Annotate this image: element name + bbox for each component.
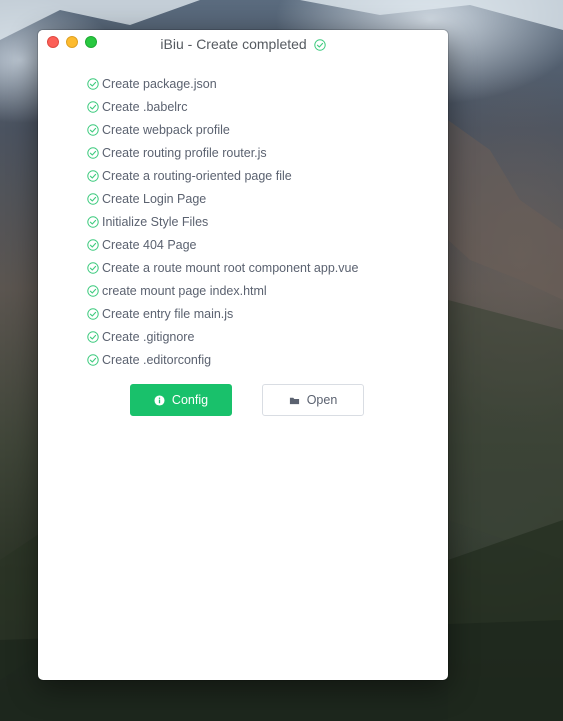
step-item: Create .babelrc <box>87 98 358 121</box>
check-circle-icon <box>87 354 99 366</box>
step-item: Create entry file main.js <box>87 305 358 328</box>
step-label: Create routing profile router.js <box>102 146 267 160</box>
step-label: Create Login Page <box>102 192 207 206</box>
step-label: Initialize Style Files <box>102 215 209 229</box>
step-item: Create .editorconfig <box>87 351 358 374</box>
check-circle-icon <box>87 170 99 182</box>
step-label: Create webpack profile <box>102 123 230 137</box>
step-label: Create a route mount root component app.… <box>102 261 359 275</box>
check-circle-icon <box>87 78 99 90</box>
check-circle-icon <box>87 193 99 205</box>
check-circle-icon <box>87 285 99 297</box>
check-circle-icon <box>87 331 99 343</box>
info-circle-icon <box>154 394 165 406</box>
step-label: Create .gitignore <box>102 330 195 344</box>
step-label: Create .editorconfig <box>102 353 212 367</box>
window-title: iBiu - Create completed <box>38 36 448 52</box>
step-label: Create entry file main.js <box>102 307 234 321</box>
step-item: Create 404 Page <box>87 236 358 259</box>
step-label: Create a routing-oriented page file <box>102 169 292 183</box>
check-circle-icon <box>87 308 99 320</box>
check-circle-icon <box>87 101 99 113</box>
check-circle-icon <box>87 216 99 228</box>
step-label: create mount page index.html <box>102 284 267 298</box>
check-circle-icon <box>87 262 99 274</box>
open-button[interactable]: Open <box>262 384 364 416</box>
step-item: Create Login Page <box>87 190 358 213</box>
check-circle-icon <box>87 124 99 136</box>
step-item: Create routing profile router.js <box>87 144 358 167</box>
config-button[interactable]: Config <box>130 384 232 416</box>
step-item: Create a route mount root component app.… <box>87 259 358 282</box>
step-label: Create .babelrc <box>102 100 188 114</box>
step-item: Create webpack profile <box>87 121 358 144</box>
creation-steps-list: Create package.json Create .babelrc Create… <box>87 75 358 374</box>
step-item: Create package.json <box>87 75 358 98</box>
check-circle-icon <box>87 147 99 159</box>
config-button-label: Config <box>171 393 209 407</box>
check-circle-icon <box>87 239 99 251</box>
step-item: Create .gitignore <box>87 328 358 351</box>
folder-icon <box>289 397 299 404</box>
title-bar[interactable]: iBiu - Create completed <box>38 30 448 58</box>
step-item: Create a routing-oriented page file <box>87 167 358 190</box>
open-button-label: Open <box>306 393 338 407</box>
step-label: Create 404 Page <box>102 238 197 252</box>
step-label: Create package.json <box>102 77 217 91</box>
step-item: Initialize Style Files <box>87 213 358 236</box>
window-title-text: iBiu - Create completed <box>160 36 307 52</box>
check-circle-icon <box>313 39 326 51</box>
step-item: create mount page index.html <box>87 282 358 305</box>
app-window: iBiu - Create completed Create package.j… <box>38 30 448 680</box>
